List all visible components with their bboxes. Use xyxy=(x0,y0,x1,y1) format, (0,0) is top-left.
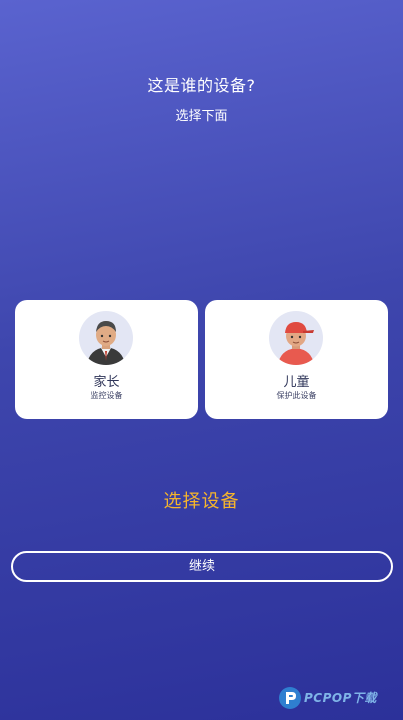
parent-device-card[interactable]: 家长 监控设备 xyxy=(15,300,198,419)
page-title: 这是谁的设备? xyxy=(147,76,256,95)
select-device-prompt: 选择设备 xyxy=(163,491,240,512)
watermark-logo-icon xyxy=(279,687,301,709)
parent-card-label: 家长 xyxy=(93,375,120,390)
child-card-sublabel: 保护此设备 xyxy=(276,391,317,400)
continue-button[interactable]: 继续 xyxy=(11,551,393,582)
watermark: PCPOP下载 xyxy=(278,684,403,714)
child-card-label: 儿童 xyxy=(283,375,310,390)
child-avatar-icon xyxy=(269,311,323,365)
watermark-text: PCPOP下载 xyxy=(304,691,377,705)
child-device-card[interactable]: 儿童 保护此设备 xyxy=(205,300,388,419)
page-subtitle: 选择下面 xyxy=(175,109,228,124)
parent-avatar-icon xyxy=(79,311,133,365)
parent-card-sublabel: 监控设备 xyxy=(90,391,123,400)
